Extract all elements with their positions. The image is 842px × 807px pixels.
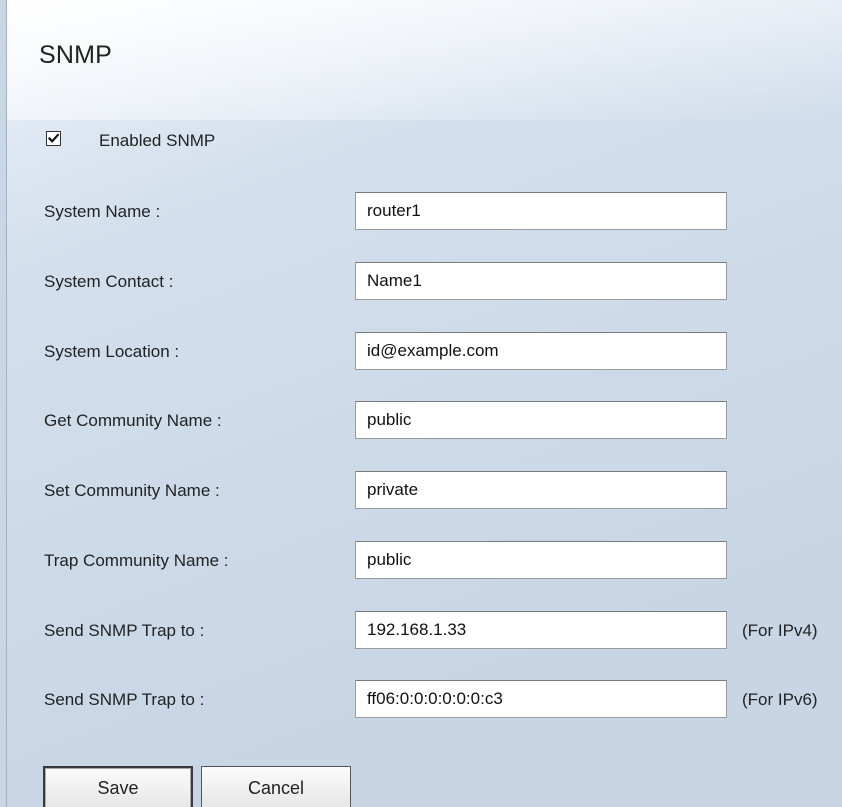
- system-contact-label: System Contact :: [44, 272, 174, 291]
- set-community-input[interactable]: [355, 471, 727, 509]
- ipv6-note: (For IPv6): [742, 690, 818, 709]
- trap-ipv6-input[interactable]: [355, 680, 727, 718]
- get-community-input[interactable]: [355, 401, 727, 439]
- trap-ipv4-label: Send SNMP Trap to :: [44, 621, 205, 640]
- ipv4-note: (For IPv4): [742, 621, 818, 640]
- trap-community-input[interactable]: [355, 541, 727, 579]
- system-location-input[interactable]: [355, 332, 727, 370]
- trap-ipv6-label: Send SNMP Trap to :: [44, 690, 205, 709]
- trap-community-label: Trap Community Name :: [44, 551, 229, 570]
- page-title: SNMP: [39, 41, 113, 69]
- system-location-label: System Location :: [44, 342, 180, 361]
- system-contact-input[interactable]: [355, 262, 727, 300]
- snmp-page: SNMP Enabled SNMP System Name : System C…: [0, 0, 842, 807]
- save-button[interactable]: Save: [43, 766, 193, 807]
- enable-snmp-checkbox[interactable]: [46, 131, 61, 146]
- cancel-button[interactable]: Cancel: [201, 766, 351, 807]
- get-community-label: Get Community Name :: [44, 411, 222, 430]
- snmp-panel: SNMP Enabled SNMP System Name : System C…: [6, 0, 842, 807]
- trap-ipv4-input[interactable]: [355, 611, 727, 649]
- checkmark-icon: [47, 133, 60, 143]
- system-name-input[interactable]: [355, 192, 727, 230]
- system-name-label: System Name :: [44, 202, 161, 221]
- set-community-label: Set Community Name :: [44, 481, 220, 500]
- enable-snmp-label: Enabled SNMP: [99, 131, 216, 150]
- title-band: [7, 0, 842, 120]
